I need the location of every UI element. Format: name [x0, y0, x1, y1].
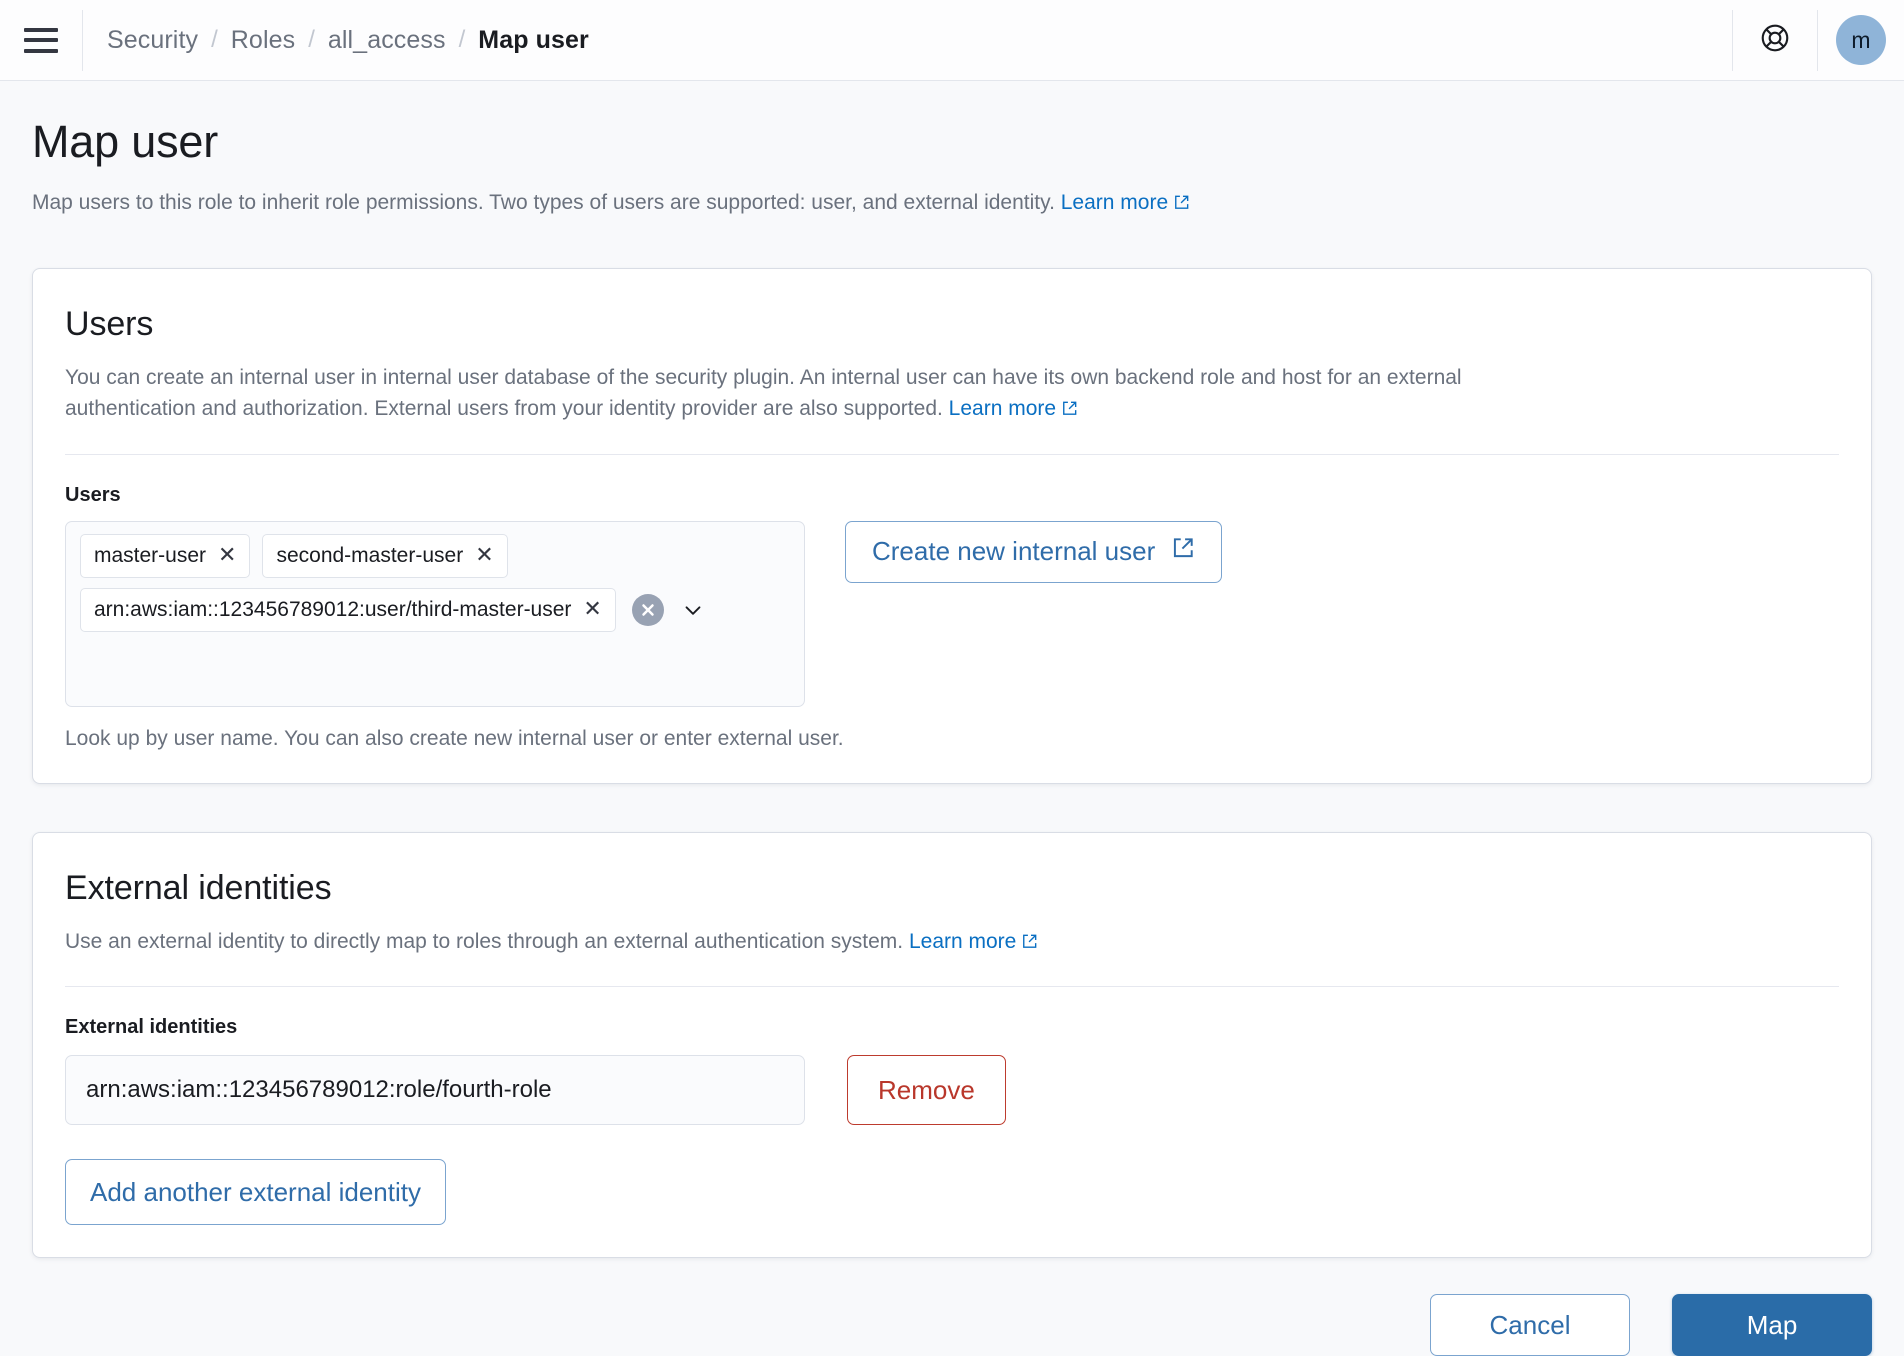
breadcrumb-item-all-access[interactable]: all_access	[328, 26, 446, 55]
user-pill-label: arn:aws:iam::123456789012:user/third-mas…	[94, 597, 572, 621]
page-header: Map user Map users to this role to inher…	[32, 81, 1872, 220]
users-field-row: master-user ✕ second-master-user ✕ arn:a…	[65, 520, 1839, 707]
breadcrumb-item-security[interactable]: Security	[107, 26, 198, 55]
breadcrumb: Security / Roles / all_access / Map user	[83, 26, 1732, 55]
page-learn-more-link[interactable]: Learn more	[1061, 191, 1190, 214]
users-panel-description-text: You can create an internal user in inter…	[65, 365, 1462, 421]
users-panel-description: You can create an internal user in inter…	[65, 362, 1485, 427]
remove-pill-icon[interactable]: ✕	[218, 544, 236, 566]
add-another-external-identity-button[interactable]: Add another external identity	[65, 1159, 446, 1226]
hamburger-menu-button[interactable]	[0, 0, 82, 81]
external-identities-panel-title: External identities	[65, 868, 332, 907]
cancel-button-label: Cancel	[1489, 1309, 1571, 1340]
footer-actions: Cancel Map	[32, 1258, 1872, 1356]
external-identities-description-text: Use an external identity to directly map…	[65, 929, 904, 953]
user-pill-label: master-user	[94, 543, 207, 567]
external-identity-input[interactable]	[65, 1055, 805, 1126]
external-identity-row: Remove	[65, 1055, 1839, 1126]
map-button-label: Map	[1746, 1309, 1798, 1340]
users-learn-more-label: Learn more	[948, 397, 1057, 421]
users-combobox[interactable]: master-user ✕ second-master-user ✕ arn:a…	[65, 520, 805, 707]
users-panel: Users You can create an internal user in…	[32, 267, 1872, 784]
add-external-identity-wrap: Add another external identity	[65, 1159, 1839, 1226]
external-link-icon	[1021, 928, 1038, 960]
avatar: m	[1836, 15, 1886, 65]
remove-external-identity-label: Remove	[878, 1074, 975, 1105]
external-identities-field-label: External identities	[65, 1016, 238, 1039]
cancel-button[interactable]: Cancel	[1430, 1294, 1630, 1356]
map-button[interactable]: Map	[1672, 1294, 1872, 1356]
breadcrumb-item-roles[interactable]: Roles	[231, 26, 295, 55]
hamburger-menu-icon	[24, 27, 58, 53]
remove-pill-icon[interactable]: ✕	[583, 598, 601, 620]
combobox-actions	[631, 588, 706, 632]
clear-all-circle-icon[interactable]	[631, 593, 664, 626]
user-pill-label: second-master-user	[276, 543, 464, 567]
external-identities-learn-more-label: Learn more	[908, 929, 1017, 953]
external-link-icon	[1061, 395, 1078, 427]
breadcrumb-separator: /	[211, 26, 218, 53]
external-identities-panel-description: Use an external identity to directly map…	[65, 926, 1485, 960]
add-another-external-identity-label: Add another external identity	[90, 1176, 421, 1207]
create-new-internal-user-label: Create new internal user	[872, 536, 1156, 567]
users-learn-more-link[interactable]: Learn more	[949, 397, 1078, 420]
breadcrumb-separator: /	[308, 26, 315, 53]
page-title: Map user	[32, 116, 218, 167]
remove-external-identity-button[interactable]: Remove	[847, 1055, 1006, 1126]
page-body: Map user Map users to this role to inher…	[0, 81, 1904, 1356]
remove-pill-icon[interactable]: ✕	[475, 544, 493, 566]
nav-right-actions: m	[1732, 0, 1904, 81]
chevron-down-icon[interactable]	[680, 597, 706, 623]
page-description: Map users to this role to inherit role p…	[32, 188, 1872, 220]
top-navigation-bar: Security / Roles / all_access / Map user	[0, 0, 1904, 81]
user-pill[interactable]: master-user ✕	[80, 533, 251, 578]
external-link-icon	[1173, 190, 1190, 220]
external-identities-panel: External identities Use an external iden…	[32, 831, 1872, 1259]
help-button[interactable]	[1733, 0, 1817, 81]
users-panel-title: Users	[65, 304, 154, 343]
user-account-button[interactable]: m	[1818, 0, 1904, 81]
users-field-label: Users	[65, 483, 121, 506]
user-pill[interactable]: arn:aws:iam::123456789012:user/third-mas…	[80, 587, 616, 632]
page-description-text: Map users to this role to inherit role p…	[32, 190, 1055, 214]
create-new-internal-user-button[interactable]: Create new internal user	[845, 520, 1223, 583]
external-identities-learn-more-link[interactable]: Learn more	[909, 930, 1038, 953]
external-identities-panel-divider	[65, 986, 1839, 988]
lifebuoy-help-icon	[1759, 22, 1791, 59]
users-panel-divider	[65, 453, 1839, 455]
external-link-icon	[1171, 536, 1195, 567]
breadcrumb-item-map-user: Map user	[478, 25, 589, 54]
page-learn-more-label: Learn more	[1060, 190, 1169, 214]
breadcrumb-separator: /	[458, 26, 466, 53]
users-help-text: Look up by user name. You can also creat…	[65, 726, 844, 750]
user-pill[interactable]: second-master-user ✕	[262, 533, 508, 578]
